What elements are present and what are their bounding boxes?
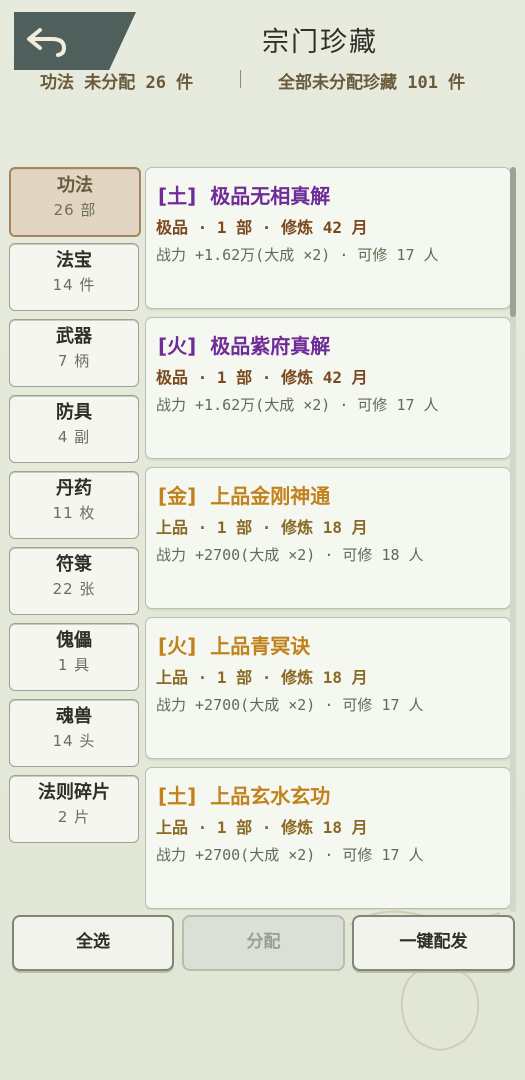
auto-assign-button[interactable]: 一键配发 bbox=[352, 915, 515, 971]
category-label: 法宝 bbox=[56, 250, 92, 271]
summary-bar: 功法 未分配 26 件 全部未分配珍藏 101 件 bbox=[0, 68, 525, 94]
item-name: 极品紫府真解 bbox=[210, 334, 331, 358]
item-list[interactable]: [土] 极品无相真解 极品 · 1 部 · 修炼 42 月 战力 +1.62万(大… bbox=[145, 165, 513, 910]
category-count: 22 张 bbox=[52, 580, 96, 598]
category-tab-pill[interactable]: 丹药 11 枚 bbox=[9, 471, 139, 539]
category-tab-weapon[interactable]: 武器 7 柄 bbox=[9, 319, 139, 387]
assign-button[interactable]: 分配 bbox=[182, 915, 345, 971]
item-power: 战力 +1.62万(大成 ×2) · 可修 17 人 bbox=[156, 396, 439, 414]
item-power: 战力 +1.62万(大成 ×2) · 可修 17 人 bbox=[156, 246, 439, 264]
item-card[interactable]: [火] 极品紫府真解 极品 · 1 部 · 修炼 42 月 战力 +1.62万(大… bbox=[145, 317, 511, 459]
item-title: [土] 极品无相真解 bbox=[158, 180, 330, 209]
item-name: 上品金刚神通 bbox=[210, 484, 331, 508]
category-count: 14 头 bbox=[52, 732, 96, 750]
category-count: 2 片 bbox=[57, 808, 91, 826]
list-scrollbar[interactable] bbox=[510, 167, 516, 912]
page-title: 宗门珍藏 bbox=[262, 27, 378, 58]
category-label: 防具 bbox=[56, 402, 92, 423]
item-title: [金] 上品金刚神通 bbox=[158, 480, 330, 509]
back-arrow-icon bbox=[27, 28, 67, 57]
scrollbar-thumb[interactable] bbox=[510, 167, 516, 317]
item-power: 战力 +2700(大成 ×2) · 可修 17 人 bbox=[156, 846, 424, 864]
category-tab-puppet[interactable]: 傀儡 1 具 bbox=[9, 623, 139, 691]
item-name: 上品玄水玄功 bbox=[210, 784, 331, 808]
category-count: 14 件 bbox=[52, 276, 96, 294]
category-label: 丹药 bbox=[56, 478, 92, 499]
item-title: [土] 上品玄水玄功 bbox=[158, 780, 330, 809]
item-title: [火] 极品紫府真解 bbox=[158, 330, 330, 359]
item-card[interactable]: [土] 极品无相真解 极品 · 1 部 · 修炼 42 月 战力 +1.62万(大… bbox=[145, 167, 511, 309]
category-label: 傀儡 bbox=[56, 630, 92, 651]
category-count: 26 部 bbox=[53, 201, 97, 219]
category-tab-armor[interactable]: 防具 4 副 bbox=[9, 395, 139, 463]
select-all-button[interactable]: 全选 bbox=[12, 915, 174, 971]
item-power: 战力 +2700(大成 ×2) · 可修 17 人 bbox=[156, 696, 424, 714]
total-unassigned-count: 全部未分配珍藏 101 件 bbox=[278, 73, 466, 93]
category-label: 法则碎片 bbox=[38, 782, 110, 803]
item-card[interactable]: [火] 上品青冥诀 上品 · 1 部 · 修炼 18 月 战力 +2700(大成 … bbox=[145, 617, 511, 759]
item-name: 极品无相真解 bbox=[210, 184, 331, 208]
category-tab-fabao[interactable]: 法宝 14 件 bbox=[9, 243, 139, 311]
item-name: 上品青冥诀 bbox=[210, 634, 311, 658]
back-button[interactable] bbox=[14, 12, 136, 70]
item-meta: 上品 · 1 部 · 修炼 18 月 bbox=[156, 818, 368, 837]
item-meta: 极品 · 1 部 · 修炼 42 月 bbox=[156, 368, 368, 387]
category-label: 符箓 bbox=[56, 554, 92, 575]
category-count: 1 具 bbox=[57, 656, 91, 674]
item-power: 战力 +2700(大成 ×2) · 可修 18 人 bbox=[156, 546, 424, 564]
item-meta: 上品 · 1 部 · 修炼 18 月 bbox=[156, 518, 368, 537]
category-tab-gongfa[interactable]: 功法 26 部 bbox=[9, 167, 141, 237]
category-label: 魂兽 bbox=[56, 706, 92, 727]
item-element: [火] bbox=[158, 634, 197, 658]
item-element: [土] bbox=[158, 784, 197, 808]
item-title: [火] 上品青冥诀 bbox=[158, 630, 310, 659]
summary-divider bbox=[240, 70, 241, 88]
category-label: 功法 bbox=[57, 175, 93, 196]
item-element: [金] bbox=[158, 484, 197, 508]
category-tab-talisman[interactable]: 符箓 22 张 bbox=[9, 547, 139, 615]
item-card[interactable]: [土] 上品玄水玄功 上品 · 1 部 · 修炼 18 月 战力 +2700(大成… bbox=[145, 767, 511, 909]
item-meta: 极品 · 1 部 · 修炼 42 月 bbox=[156, 218, 368, 237]
item-card[interactable]: [金] 上品金刚神通 上品 · 1 部 · 修炼 18 月 战力 +2700(大成… bbox=[145, 467, 511, 609]
category-tab-law-fragment[interactable]: 法则碎片 2 片 bbox=[9, 775, 139, 843]
category-tab-soul-beast[interactable]: 魂兽 14 头 bbox=[9, 699, 139, 767]
category-label: 武器 bbox=[56, 326, 92, 347]
item-element: [土] bbox=[158, 184, 197, 208]
item-element: [火] bbox=[158, 334, 197, 358]
category-count: 11 枚 bbox=[52, 504, 96, 522]
item-meta: 上品 · 1 部 · 修炼 18 月 bbox=[156, 668, 368, 687]
category-unassigned-count: 功法 未分配 26 件 bbox=[40, 73, 194, 93]
category-count: 7 柄 bbox=[57, 352, 91, 370]
category-count: 4 副 bbox=[57, 428, 91, 446]
